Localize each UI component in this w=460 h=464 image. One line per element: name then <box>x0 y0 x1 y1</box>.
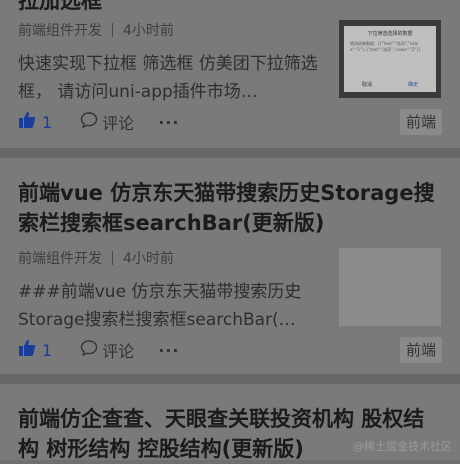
more-icon[interactable]: ··· <box>158 341 179 360</box>
meta-divider <box>112 23 113 37</box>
dialog-title: 下拉筛选选择的数据 <box>367 31 413 37</box>
like-count: 1 <box>42 340 53 360</box>
thumbs-up-icon <box>18 111 36 133</box>
like-button[interactable]: 1 <box>18 339 52 361</box>
article-actions-1: 1 评论 ··· <box>18 108 179 136</box>
article-card-1[interactable]: 拉加选框 前端组件开发 4小时前 快速实现下拉框 筛选框 仿美团下拉筛选框， 请… <box>0 0 460 148</box>
meta-divider <box>112 251 113 265</box>
dialog-confirm-label: 确定 <box>407 82 418 88</box>
post-time: 4小时前 <box>123 23 174 39</box>
article-title-1[interactable]: 拉加选框 <box>18 0 444 16</box>
article-card-2[interactable]: 前端vue 仿京东天猫带搜索历史Storage搜索栏搜索框searchBar(更… <box>0 158 460 374</box>
thumbs-up-icon <box>18 339 36 361</box>
article-meta-1: 前端组件开发 4小时前 <box>18 20 174 40</box>
article-actions-2: 1 评论 ··· <box>18 336 179 364</box>
article-meta-2: 前端组件开发 4小时前 <box>18 248 174 268</box>
more-icon[interactable]: ··· <box>158 113 179 132</box>
post-time: 4小时前 <box>123 251 174 267</box>
watermark: @稀土掘金技术社区 <box>353 440 452 453</box>
article-thumbnail-1[interactable]: 下拉筛选选择的数据 筛选结果数据：[{"text":"选项","value":"… <box>339 20 441 98</box>
comment-icon <box>80 111 98 133</box>
dialog-buttons: 取消 确定 <box>344 81 436 88</box>
article-desc-2[interactable]: ###前端vue 仿京东天猫带搜索历史Storage搜索栏搜索框searchBa… <box>18 278 318 334</box>
card-separator <box>0 374 460 384</box>
like-button[interactable]: 1 <box>18 111 52 133</box>
like-count: 1 <box>42 112 53 132</box>
article-title-3[interactable]: 前端仿企查查、天眼查关联投资机构 股权结构 树形结构 控股结构(更新版) <box>18 404 444 464</box>
comment-button[interactable]: 评论 <box>80 338 134 362</box>
card-separator <box>0 148 460 158</box>
comment-label: 评论 <box>102 114 135 133</box>
author-name[interactable]: 前端组件开发 <box>18 20 102 40</box>
comment-button[interactable]: 评论 <box>80 110 134 134</box>
comment-label: 评论 <box>102 342 135 361</box>
dialog-preview: 下拉筛选选择的数据 筛选结果数据：[{"text":"选项","value":"… <box>344 26 436 92</box>
dialog-cancel-label: 取消 <box>361 82 372 88</box>
author-name[interactable]: 前端组件开发 <box>18 248 102 268</box>
article-thumbnail-2[interactable] <box>339 248 441 326</box>
dialog-body: 筛选结果数据：[{"text":"选项","value":"1"},{"text… <box>350 41 421 52</box>
article-title-2[interactable]: 前端vue 仿京东天猫带搜索历史Storage搜索栏搜索框searchBar(更… <box>18 178 444 238</box>
comment-icon <box>80 339 98 361</box>
category-tag[interactable]: 前端 <box>399 109 442 135</box>
category-tag[interactable]: 前端 <box>399 337 442 363</box>
article-desc-1[interactable]: 快速实现下拉框 筛选框 仿美团下拉筛选框， 请访问uni-app插件市场… <box>18 50 318 106</box>
